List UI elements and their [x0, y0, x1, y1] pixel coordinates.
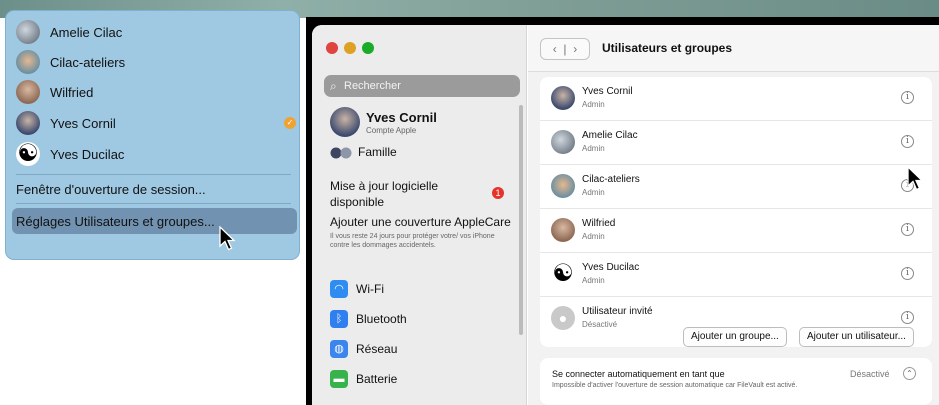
user-name: Yves Cornil [582, 86, 633, 97]
sidebar-item-label: Wi-Fi [356, 282, 384, 296]
avatar [551, 86, 575, 110]
user-role: Admin [582, 100, 605, 109]
auto-login-title: Se connecter automatiquement en tant que [552, 369, 725, 379]
sidebar-item-batterie[interactable]: ▬ Batterie [330, 370, 397, 388]
avatar [16, 111, 40, 135]
auto-login-description: Impossible d'activer l'ouverture de sess… [552, 382, 798, 389]
info-icon[interactable]: i [901, 311, 914, 324]
avatar [16, 80, 40, 104]
avatar [16, 50, 40, 74]
user-role: Désactivé [582, 320, 618, 329]
add-group-button[interactable]: Ajouter un groupe... [683, 327, 787, 347]
minimize-window-button[interactable] [344, 42, 356, 54]
sidebar-item-wifi[interactable]: ◠ Wi-Fi [330, 280, 384, 298]
fast-user-switching-menu: Amelie Cilac Cilac-ateliers Wilfried Yve… [5, 10, 300, 260]
user-name: Wilfried [582, 218, 616, 229]
mouse-pointer-icon [907, 166, 924, 191]
user-role: Admin [582, 144, 605, 153]
auto-login-setting: Se connecter automatiquement en tant que… [540, 358, 932, 405]
menu-user-label: Amelie Cilac [50, 24, 123, 40]
menu-user-label: Yves Ducilac [50, 146, 125, 162]
account-name: Yves Cornil [366, 110, 437, 125]
search-placeholder: Rechercher [344, 80, 401, 92]
menu-user-wilfried[interactable]: Wilfried [16, 79, 93, 105]
applecare-description: Il vous reste 24 jours pour protéger vot… [330, 233, 495, 249]
user-row-yves-ducilac[interactable]: ☯ Yves Ducilac Admin i [540, 253, 932, 297]
sidebar-item-label: Réseau [356, 342, 398, 356]
back-forward-buttons[interactable]: ‹ | › [540, 38, 590, 60]
update-count-badge: 1 [492, 187, 504, 199]
wifi-icon: ◠ [330, 280, 348, 298]
software-update-item[interactable]: Mise à jour logicielle disponible [330, 178, 495, 210]
zoom-window-button[interactable] [362, 42, 374, 54]
menu-user-label: Yves Cornil [50, 115, 116, 131]
user-name: Utilisateur invité [582, 306, 653, 317]
user-role: Admin [582, 276, 605, 285]
user-role: Admin [582, 188, 605, 197]
menu-divider [16, 203, 291, 204]
add-user-button[interactable]: Ajouter un utilisateur... [799, 327, 914, 347]
auto-login-value: Désactivé [850, 369, 890, 379]
main-content: Yves Cornil Admin i Amelie Cilac Admin i… [528, 72, 939, 405]
battery-icon: ▬ [330, 370, 348, 388]
sidebar: ⌕ Rechercher Yves Cornil Compte Apple Fa… [312, 25, 527, 405]
globe-icon: ◍ [330, 340, 348, 358]
sidebar-item-bluetooth[interactable]: ᛒ Bluetooth [330, 310, 407, 328]
avatar [551, 174, 575, 198]
menu-user-label: Cilac-ateliers [50, 54, 126, 70]
avatar [551, 130, 575, 154]
search-icon: ⌕ [330, 79, 337, 93]
popup-chevron-icon[interactable]: ⌃ [903, 367, 916, 380]
user-role: Admin [582, 232, 605, 241]
menu-user-cilac-ateliers[interactable]: Cilac-ateliers [16, 49, 125, 75]
info-icon[interactable]: i [901, 267, 914, 280]
menu-user-yves-ducilac[interactable]: ☯ Yves Ducilac [16, 141, 124, 167]
avatar [16, 20, 40, 44]
bluetooth-icon: ᛒ [330, 310, 348, 328]
checkmark-badge-icon: ✓ [284, 117, 296, 129]
avatar [551, 218, 575, 242]
sidebar-item-label: Famille [358, 145, 397, 159]
mouse-pointer-icon [219, 226, 236, 251]
account-subtitle: Compte Apple [366, 126, 417, 135]
guest-user-icon: ● [551, 306, 575, 330]
user-row-yves-cornil[interactable]: Yves Cornil Admin i [540, 77, 932, 121]
user-name: Amelie Cilac [582, 130, 638, 141]
user-row-wilfried[interactable]: Wilfried Admin i [540, 209, 932, 253]
yin-yang-avatar: ☯ [16, 140, 40, 167]
user-name: Yves Ducilac [582, 262, 640, 273]
sidebar-item-reseau[interactable]: ◍ Réseau [330, 340, 397, 358]
menu-user-amelie[interactable]: Amelie Cilac [16, 19, 122, 45]
toolbar: ‹ | › Utilisateurs et groupes [528, 25, 939, 72]
user-row-cilac-ateliers[interactable]: Cilac-ateliers Admin i [540, 165, 932, 209]
page-title: Utilisateurs et groupes [602, 41, 733, 55]
applecare-title: Ajouter une couverture AppleCare [330, 215, 511, 229]
close-window-button[interactable] [326, 42, 338, 54]
search-field[interactable]: ⌕ Rechercher [324, 75, 520, 97]
applecare-item[interactable]: Ajouter une couverture AppleCare Il vous… [330, 215, 515, 250]
family-icon [330, 147, 352, 159]
system-settings-window: ⌕ Rechercher Yves Cornil Compte Apple Fa… [312, 25, 939, 405]
menu-user-yves-cornil[interactable]: Yves Cornil ✓ [16, 110, 296, 136]
menu-divider [16, 174, 291, 175]
users-groups-settings-item[interactable]: Réglages Utilisateurs et groupes... [16, 214, 215, 229]
info-icon[interactable]: i [901, 91, 914, 104]
sidebar-item-label: Bluetooth [356, 312, 407, 326]
info-icon[interactable]: i [901, 135, 914, 148]
user-row-amelie[interactable]: Amelie Cilac Admin i [540, 121, 932, 165]
user-list: Yves Cornil Admin i Amelie Cilac Admin i… [540, 77, 932, 347]
sidebar-item-label: Batterie [356, 372, 398, 386]
sidebar-scrollbar[interactable] [519, 105, 523, 335]
avatar [330, 107, 360, 137]
menu-user-label: Wilfried [50, 84, 94, 100]
yin-yang-avatar: ☯ [551, 260, 575, 287]
login-window-item[interactable]: Fenêtre d'ouverture de session... [16, 182, 206, 197]
user-name: Cilac-ateliers [582, 174, 640, 185]
info-icon[interactable]: i [901, 223, 914, 236]
